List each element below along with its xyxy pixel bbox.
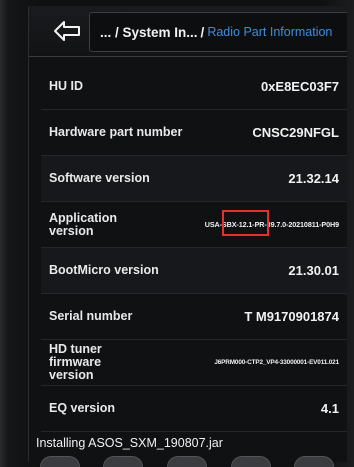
row-value: 21.32.14 <box>288 171 339 186</box>
breadcrumb-separator: / <box>200 24 205 40</box>
install-status: Installing ASOS_SXM_190807.jar <box>36 436 223 450</box>
row-value: 21.30.01 <box>288 263 339 278</box>
row-hardware-part-number: Hardware part number CNSC29NFGL <box>41 110 347 156</box>
bottom-dock <box>28 454 346 467</box>
dock-button[interactable] <box>103 456 144 467</box>
row-serial-number: Serial number T M9170901874 <box>41 294 347 340</box>
row-bootmicro-version: BootMicro version 21.30.01 <box>41 248 347 294</box>
row-value: T M9170901874 <box>244 309 339 324</box>
row-label: Application version <box>49 210 118 238</box>
dock-button[interactable] <box>230 456 271 467</box>
row-value: CNSC29NFGL <box>252 125 339 140</box>
dock-button[interactable] <box>39 456 80 467</box>
breadcrumb-parent[interactable]: ... / System In... <box>90 25 198 40</box>
row-eq-version: EQ version 4.1 <box>41 386 347 432</box>
back-arrow-icon <box>54 21 80 41</box>
back-button[interactable] <box>49 14 85 48</box>
row-hd-tuner-firmware: HD tuner firmware version J6PRM000-CTP2_… <box>41 340 347 386</box>
row-value: 4.1 <box>320 401 339 416</box>
row-value: 0xE8EC03F7 <box>260 79 339 94</box>
row-label: Software version <box>49 171 150 185</box>
row-hu-id: HU ID 0xE8EC03F7 <box>41 64 347 110</box>
row-label: Hardware part number <box>49 125 183 139</box>
row-software-version: Software version 21.32.14 <box>41 156 347 202</box>
row-label: HD tuner firmware version <box>49 342 102 382</box>
breadcrumb: ... / System In... / Radio Part Informat… <box>89 12 347 52</box>
info-list: HU ID 0xE8EC03F7 Hardware part number CN… <box>41 64 347 432</box>
row-value: J6PRM000-CTP2_VP4-33000001-EV011.021 <box>214 359 339 366</box>
dock-button[interactable] <box>294 456 335 467</box>
row-label: EQ version <box>49 401 115 415</box>
row-label: BootMicro version <box>49 263 159 277</box>
dock-button[interactable] <box>166 456 207 467</box>
highlight-box <box>222 210 269 236</box>
row-label: HU ID <box>49 79 84 93</box>
row-label: Serial number <box>49 309 133 323</box>
head-unit-screen: ... / System In... / Radio Part Informat… <box>28 6 347 462</box>
row-application-version: Application version USA-SBX-12.1-PR-39.7… <box>41 202 347 248</box>
breadcrumb-current: Radio Part Information <box>207 25 333 39</box>
header-bar: ... / System In... / Radio Part Informat… <box>29 6 347 57</box>
